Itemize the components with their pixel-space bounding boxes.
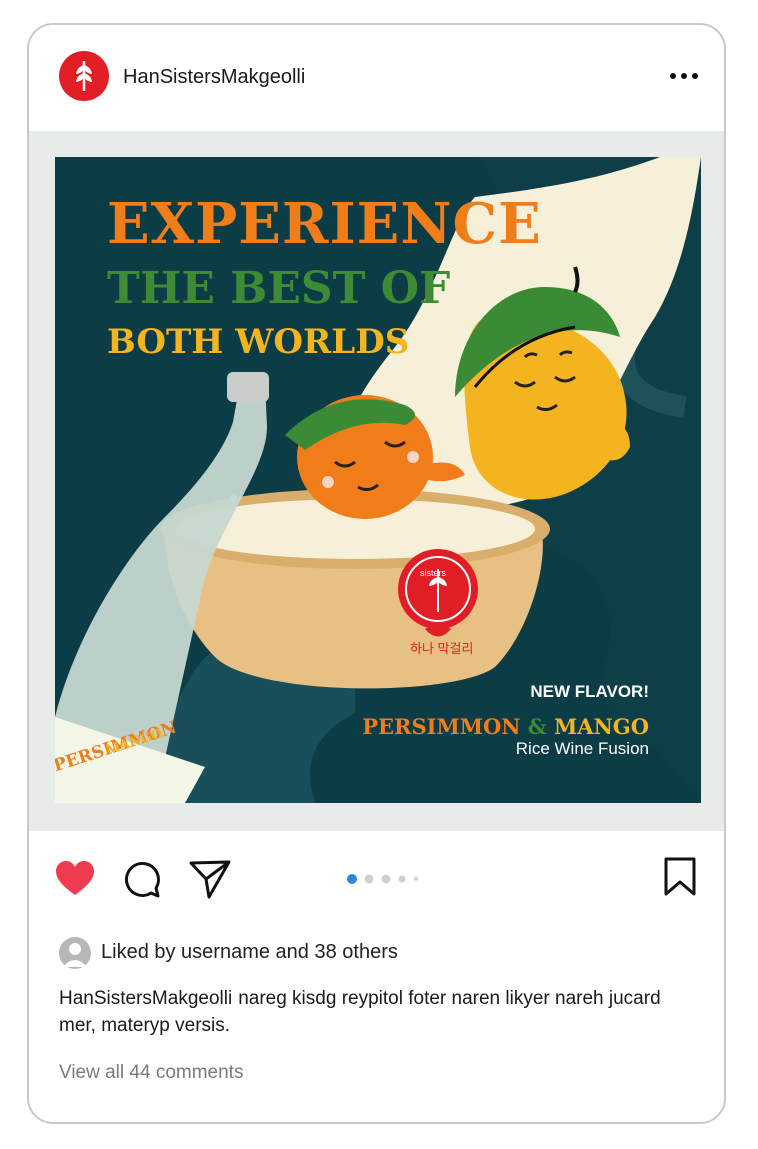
post-image: EXPERIENCE THE BEST OF BOTH WORLDS NEW F… (55, 157, 701, 803)
post-header: HanSistersMakgeolli (29, 25, 724, 129)
caption-username[interactable]: HanSistersMakgeolli (59, 988, 232, 1009)
headline-experience: EXPERIENCE (107, 191, 542, 257)
flavor-ampersand: & (527, 714, 547, 739)
user-icon (63, 943, 87, 967)
comment-icon[interactable] (123, 861, 161, 899)
flavor-mango: MANGO (554, 714, 649, 739)
headline-best-of: THE BEST OF (107, 263, 451, 314)
flavor-persimmon: PERSIMMON (362, 714, 521, 739)
liker-avatar[interactable] (59, 937, 91, 969)
more-icon[interactable] (668, 65, 700, 85)
share-icon[interactable] (189, 859, 231, 899)
carousel-indicator (347, 874, 418, 884)
headline-both-worlds: BOTH WORLDS (107, 322, 410, 362)
likes-text[interactable]: Liked by username and 38 others (101, 941, 398, 964)
post-username[interactable]: HanSistersMakgeolli (123, 66, 305, 89)
post-image-frame[interactable]: EXPERIENCE THE BEST OF BOTH WORLDS NEW F… (29, 131, 724, 831)
tagline: Rice Wine Fusion (515, 739, 649, 758)
logo-word: sisters (420, 568, 447, 578)
logo-korean: 하나 막걸리 (410, 641, 474, 656)
new-flavor-badge: NEW FLAVOR! (530, 682, 649, 701)
wheat-icon (76, 61, 92, 91)
post-card: HanSistersMakgeolli EXPERIENCE THE BEST … (27, 23, 726, 1124)
post-caption: HanSistersMakgeolli nareg kisdg reypitol … (59, 985, 679, 1039)
heart-icon[interactable] (55, 861, 95, 897)
flavor-line: PERSIMMON & MANGO (362, 714, 649, 739)
bookmark-icon[interactable] (663, 857, 697, 897)
view-comments-link[interactable]: View all 44 comments (59, 1062, 243, 1084)
profile-avatar[interactable] (59, 51, 109, 101)
